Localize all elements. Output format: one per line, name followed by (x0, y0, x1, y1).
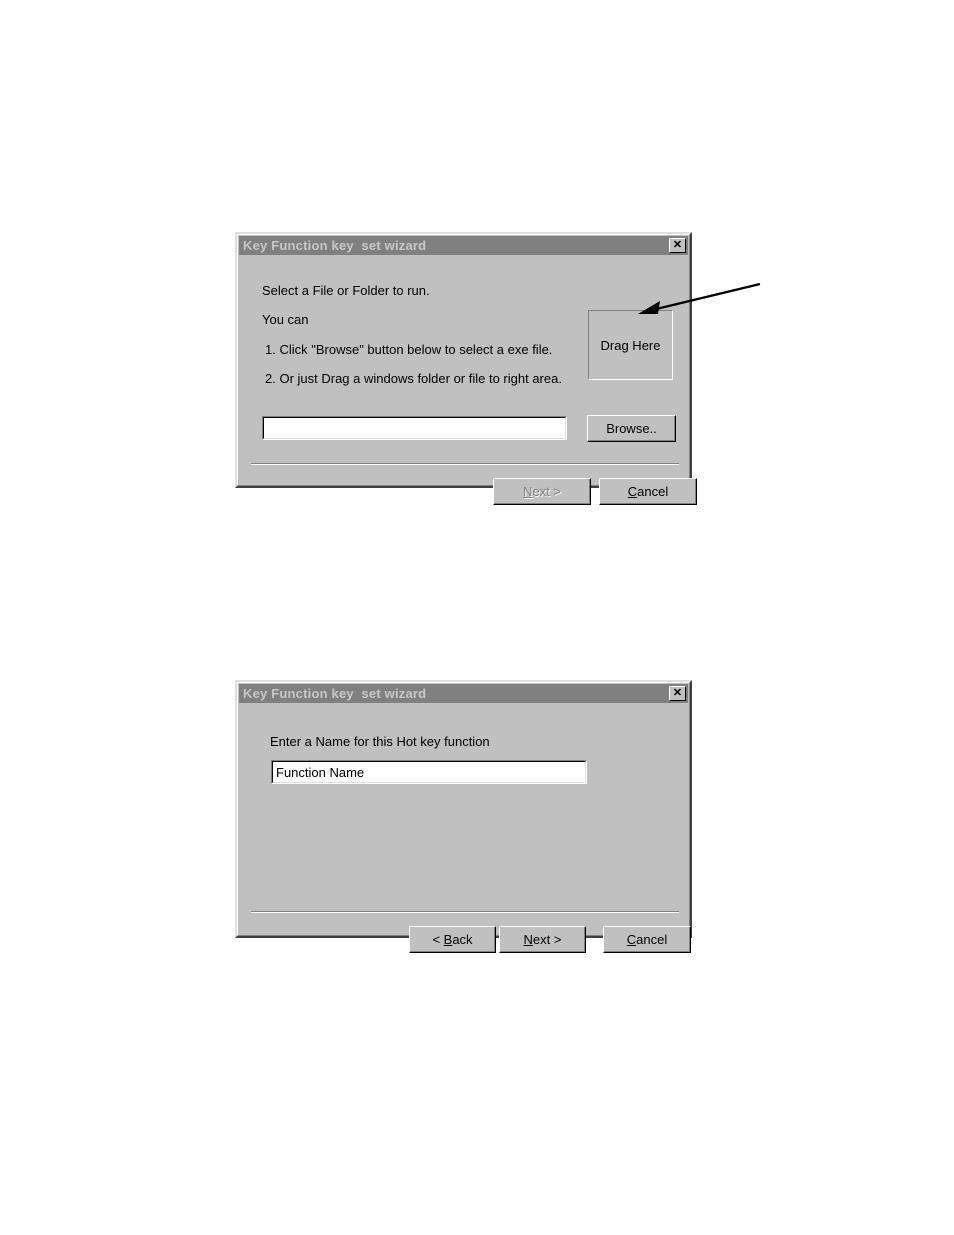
close-icon-glyph: ✕ (672, 239, 683, 251)
footer-separator (251, 911, 679, 913)
close-icon-glyph: ✕ (672, 687, 683, 699)
cancel-button[interactable]: Cancel (603, 926, 691, 953)
footer-separator (251, 463, 679, 465)
cancel-button-label: Cancel (626, 932, 668, 947)
instruction-line-4: 2. Or just Drag a windows folder or file… (265, 371, 562, 386)
next-button[interactable]: Next > (499, 926, 586, 953)
file-path-input[interactable] (262, 416, 567, 440)
dialog2-titlebar[interactable]: Key Function key set wizard ✕ (239, 684, 688, 703)
close-icon[interactable]: ✕ (669, 686, 686, 701)
dialog1-title: Key Function key set wizard (243, 238, 427, 253)
drag-here-label: Drag Here (600, 337, 661, 353)
browse-button-label: Browse.. (606, 421, 657, 436)
drag-here-dropzone[interactable]: Drag Here (588, 310, 673, 380)
wizard-dialog-enter-name: Key Function key set wizard ✕ Enter a Na… (235, 680, 692, 953)
back-button[interactable]: < Back (409, 926, 496, 953)
next-button[interactable]: Next > (493, 478, 591, 505)
dialog1-titlebar[interactable]: Key Function key set wizard ✕ (239, 236, 688, 255)
dialog2-client-area: Enter a Name for this Hot key function F… (240, 704, 691, 953)
wizard-dialog-select-file: Key Function key set wizard ✕ Select a F… (235, 232, 697, 505)
file-path-input-value[interactable] (263, 417, 566, 439)
browse-button[interactable]: Browse.. (587, 415, 676, 442)
function-name-input-value[interactable]: Function Name (272, 761, 586, 783)
dialog1-client-area: Select a File or Folder to run. You can … (240, 256, 697, 505)
instruction-line-2: You can (262, 312, 309, 327)
back-button-label: < Back (432, 932, 473, 947)
name-field-label: Enter a Name for this Hot key function (270, 734, 490, 749)
instruction-line-3: 1. Click "Browse" button below to select… (265, 342, 553, 357)
function-name-input[interactable]: Function Name (271, 760, 587, 784)
cancel-button[interactable]: Cancel (599, 478, 697, 505)
close-icon[interactable]: ✕ (669, 238, 686, 253)
next-button-label: Next > (523, 484, 561, 499)
next-button-label: Next > (523, 932, 562, 947)
cancel-button-label: Cancel (627, 484, 669, 499)
dialog2-title: Key Function key set wizard (243, 686, 427, 701)
instruction-line-1: Select a File or Folder to run. (262, 283, 430, 298)
